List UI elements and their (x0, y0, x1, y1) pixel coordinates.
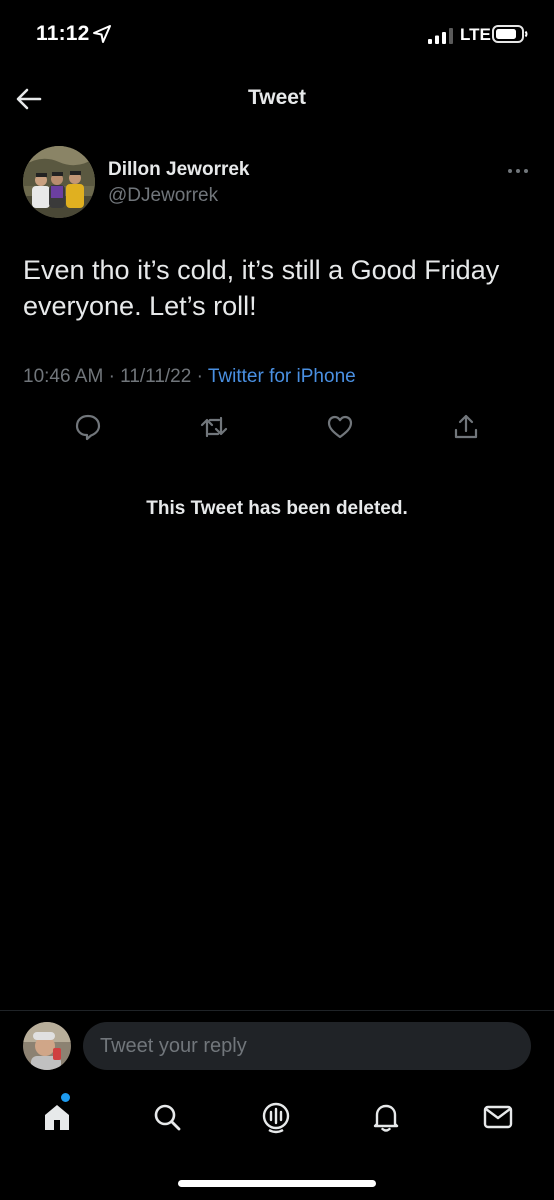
deleted-tweet-notice: This Tweet has been deleted. (146, 498, 408, 519)
author-name[interactable]: Dillon Jeworrek (108, 159, 250, 181)
tweet-meta: 10:46 AM · 11/11/22 · Twitter for iPhone (23, 366, 356, 388)
author-avatar[interactable] (23, 146, 95, 218)
tweet-source-link[interactable]: Twitter for iPhone (208, 366, 356, 387)
share-icon[interactable] (451, 412, 481, 442)
reply-icon[interactable] (73, 412, 103, 442)
status-time: 11:12 (36, 22, 90, 45)
tweet-time: 10:46 AM (23, 366, 104, 387)
signal-icon (428, 28, 453, 44)
battery-icon (492, 25, 528, 43)
messages-icon[interactable] (481, 1100, 515, 1134)
like-icon[interactable] (325, 412, 355, 442)
search-icon[interactable] (150, 1100, 184, 1134)
spaces-icon[interactable] (259, 1100, 293, 1134)
more-options-icon[interactable] (506, 164, 530, 178)
home-notification-dot (61, 1093, 70, 1102)
retweet-icon[interactable] (199, 412, 229, 442)
location-arrow-icon (93, 25, 111, 43)
reply-divider (0, 1010, 554, 1011)
avatar-photo (23, 146, 95, 218)
meta-separator: · (108, 366, 115, 387)
home-indicator[interactable] (178, 1180, 376, 1187)
tweet-text: Even tho it’s cold, it’s still a Good Fr… (23, 255, 500, 321)
meta-separator: · (196, 366, 203, 387)
avatar-photo (23, 1022, 71, 1070)
home-icon[interactable] (40, 1100, 74, 1134)
carrier-label: LTE (460, 25, 491, 44)
tweet-date: 11/11/22 (120, 366, 192, 387)
page-title: Tweet (248, 86, 306, 109)
user-avatar[interactable] (23, 1022, 71, 1070)
reply-input[interactable] (83, 1022, 531, 1070)
author-handle[interactable]: @DJeworrek (108, 185, 218, 207)
notifications-icon[interactable] (369, 1100, 403, 1134)
